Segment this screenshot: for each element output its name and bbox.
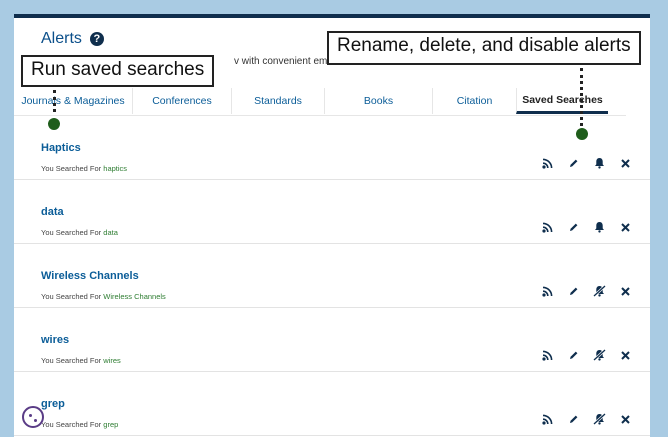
tab-conferences[interactable]: Conferences bbox=[132, 88, 231, 114]
search-term[interactable]: grep bbox=[103, 420, 118, 429]
callout-rename-delete-disable: Rename, delete, and disable alerts bbox=[327, 31, 641, 65]
row-actions bbox=[534, 348, 638, 362]
saved-search-query: You Searched For haptics bbox=[41, 164, 127, 173]
saved-search-row: Haptics You Searched For haptics bbox=[14, 116, 650, 180]
searched-for-label: You Searched For bbox=[41, 356, 102, 365]
close-icon[interactable] bbox=[612, 156, 638, 170]
close-icon[interactable] bbox=[612, 220, 638, 234]
saved-search-row: data You Searched For data bbox=[14, 180, 650, 244]
searched-for-label: You Searched For bbox=[41, 292, 102, 301]
pencil-icon[interactable] bbox=[560, 284, 586, 298]
searched-for-label: You Searched For bbox=[41, 420, 102, 429]
pencil-icon[interactable] bbox=[560, 412, 586, 426]
callout-left-marker bbox=[48, 118, 60, 130]
cookie-icon[interactable] bbox=[22, 406, 44, 428]
saved-search-query: You Searched For Wireless Channels bbox=[41, 292, 166, 301]
saved-search-query: You Searched For data bbox=[41, 228, 118, 237]
help-icon[interactable]: ? bbox=[89, 32, 104, 46]
search-term[interactable]: wires bbox=[103, 356, 121, 365]
search-term[interactable]: haptics bbox=[103, 164, 127, 173]
tab-journals-magazines[interactable]: Journals & Magazines bbox=[14, 88, 132, 114]
saved-search-name[interactable]: data bbox=[41, 206, 64, 218]
alert-tabs: Journals & Magazines Conferences Standar… bbox=[14, 88, 626, 116]
page-description: v with convenient emai bbox=[234, 56, 336, 67]
callout-right-marker bbox=[576, 128, 588, 140]
saved-search-name[interactable]: wires bbox=[41, 334, 69, 346]
pencil-icon[interactable] bbox=[560, 156, 586, 170]
bell-off-icon[interactable] bbox=[586, 412, 612, 426]
bell-icon[interactable] bbox=[586, 156, 612, 170]
page-title: Alerts bbox=[41, 30, 82, 47]
saved-search-row: wires You Searched For wires bbox=[14, 308, 650, 372]
saved-search-row: grep You Searched For grep bbox=[14, 372, 650, 436]
close-icon[interactable] bbox=[612, 284, 638, 298]
tab-standards[interactable]: Standards bbox=[231, 88, 324, 114]
row-actions bbox=[534, 284, 638, 298]
tab-saved-searches[interactable]: Saved Searches bbox=[516, 88, 608, 114]
saved-search-name[interactable]: Wireless Channels bbox=[41, 270, 139, 282]
callout-left-connector bbox=[53, 90, 56, 112]
saved-search-name[interactable]: Haptics bbox=[41, 142, 81, 154]
search-term[interactable]: Wireless Channels bbox=[103, 292, 166, 301]
rss-icon[interactable] bbox=[534, 156, 560, 170]
bell-off-icon[interactable] bbox=[586, 284, 612, 298]
saved-search-row: Wireless Channels You Searched For Wirel… bbox=[14, 244, 650, 308]
rss-icon[interactable] bbox=[534, 412, 560, 426]
searched-for-label: You Searched For bbox=[41, 164, 102, 173]
saved-search-query: You Searched For grep bbox=[41, 420, 118, 429]
row-actions bbox=[534, 412, 638, 426]
rss-icon[interactable] bbox=[534, 284, 560, 298]
searched-for-label: You Searched For bbox=[41, 228, 102, 237]
tab-citation[interactable]: Citation bbox=[432, 88, 516, 114]
title-row: Alerts ? bbox=[41, 30, 104, 48]
pencil-icon[interactable] bbox=[560, 348, 586, 362]
rss-icon[interactable] bbox=[534, 348, 560, 362]
row-actions bbox=[534, 220, 638, 234]
search-term[interactable]: data bbox=[103, 228, 118, 237]
saved-searches-list: Haptics You Searched For haptics data Yo… bbox=[14, 116, 650, 436]
saved-search-name[interactable]: grep bbox=[41, 398, 65, 410]
row-actions bbox=[534, 156, 638, 170]
callout-run-saved-searches: Run saved searches bbox=[21, 55, 215, 87]
close-icon[interactable] bbox=[612, 348, 638, 362]
tab-books[interactable]: Books bbox=[324, 88, 432, 114]
close-icon[interactable] bbox=[612, 412, 638, 426]
pencil-icon[interactable] bbox=[560, 220, 586, 234]
bell-off-icon[interactable] bbox=[586, 348, 612, 362]
saved-search-query: You Searched For wires bbox=[41, 356, 121, 365]
callout-right-connector bbox=[580, 68, 583, 126]
rss-icon[interactable] bbox=[534, 220, 560, 234]
bell-icon[interactable] bbox=[586, 220, 612, 234]
